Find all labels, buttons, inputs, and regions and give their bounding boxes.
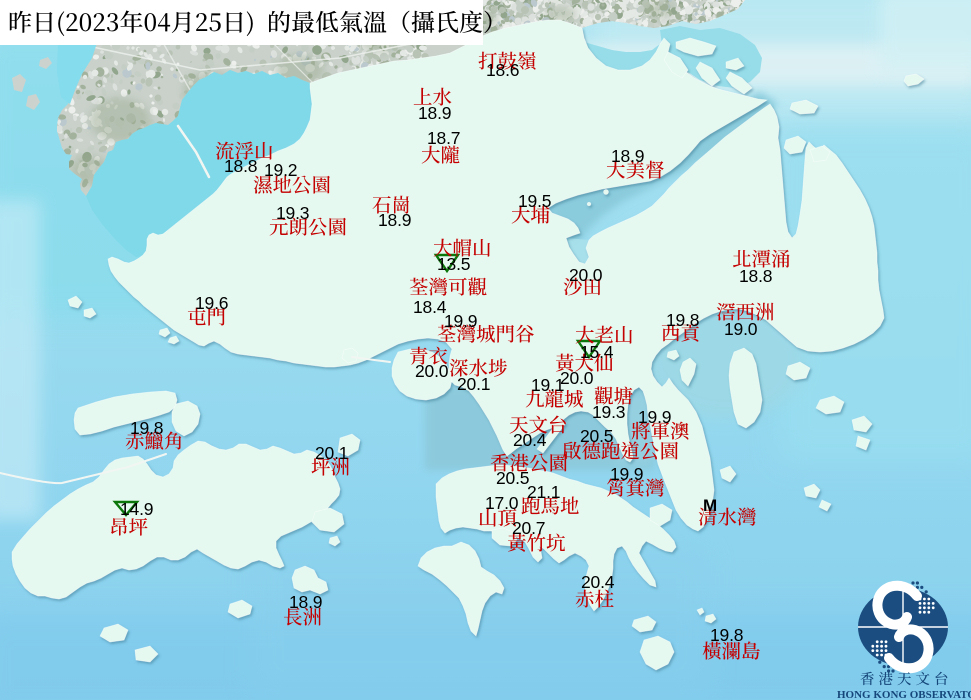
svg-text:19.9: 19.9 — [638, 407, 671, 427]
svg-text:18.8: 18.8 — [739, 266, 772, 286]
svg-text:18.9: 18.9 — [289, 592, 322, 612]
svg-text:19.5: 19.5 — [518, 191, 551, 211]
svg-text:19.9: 19.9 — [444, 311, 477, 331]
svg-text:20.7: 20.7 — [512, 518, 545, 538]
svg-text:20.0: 20.0 — [415, 361, 449, 381]
svg-text:13.5: 13.5 — [437, 254, 470, 274]
svg-text:20.1: 20.1 — [315, 443, 348, 463]
svg-text:20.4: 20.4 — [513, 430, 547, 450]
svg-text:18.6: 18.6 — [486, 60, 519, 80]
svg-text:20.4: 20.4 — [581, 572, 615, 592]
svg-text:19.0: 19.0 — [724, 319, 758, 339]
svg-text:19.6: 19.6 — [195, 293, 228, 313]
svg-text:19.3: 19.3 — [592, 402, 625, 422]
svg-text:14.9: 14.9 — [120, 499, 153, 519]
svg-text:19.2: 19.2 — [264, 160, 297, 180]
svg-text:19.8: 19.8 — [710, 625, 743, 645]
svg-text:18.7: 18.7 — [427, 128, 460, 148]
svg-text:20.5: 20.5 — [496, 468, 529, 488]
svg-text:19.1: 19.1 — [531, 375, 564, 395]
svg-text:19.8: 19.8 — [666, 310, 699, 330]
svg-text:M: M — [703, 496, 717, 515]
svg-text:19.8: 19.8 — [130, 418, 163, 438]
svg-text:20.0: 20.0 — [569, 265, 603, 285]
svg-text:20.1: 20.1 — [457, 374, 490, 394]
svg-text:18.9: 18.9 — [611, 146, 644, 166]
svg-text:15.4: 15.4 — [580, 342, 614, 362]
svg-text:20.0: 20.0 — [560, 368, 594, 388]
svg-text:HONG KONG OBSERVATORY: HONG KONG OBSERVATORY — [837, 689, 971, 700]
svg-text:18.9: 18.9 — [418, 103, 451, 123]
svg-text:17.0: 17.0 — [485, 493, 519, 513]
svg-text:18.4: 18.4 — [413, 297, 447, 317]
svg-text:19.3: 19.3 — [276, 203, 309, 223]
svg-text:21.1: 21.1 — [527, 482, 560, 502]
svg-text:19.9: 19.9 — [610, 464, 643, 484]
svg-text:18.8: 18.8 — [224, 156, 257, 176]
svg-text:18.9: 18.9 — [378, 210, 411, 230]
svg-text:20.5: 20.5 — [580, 426, 613, 446]
